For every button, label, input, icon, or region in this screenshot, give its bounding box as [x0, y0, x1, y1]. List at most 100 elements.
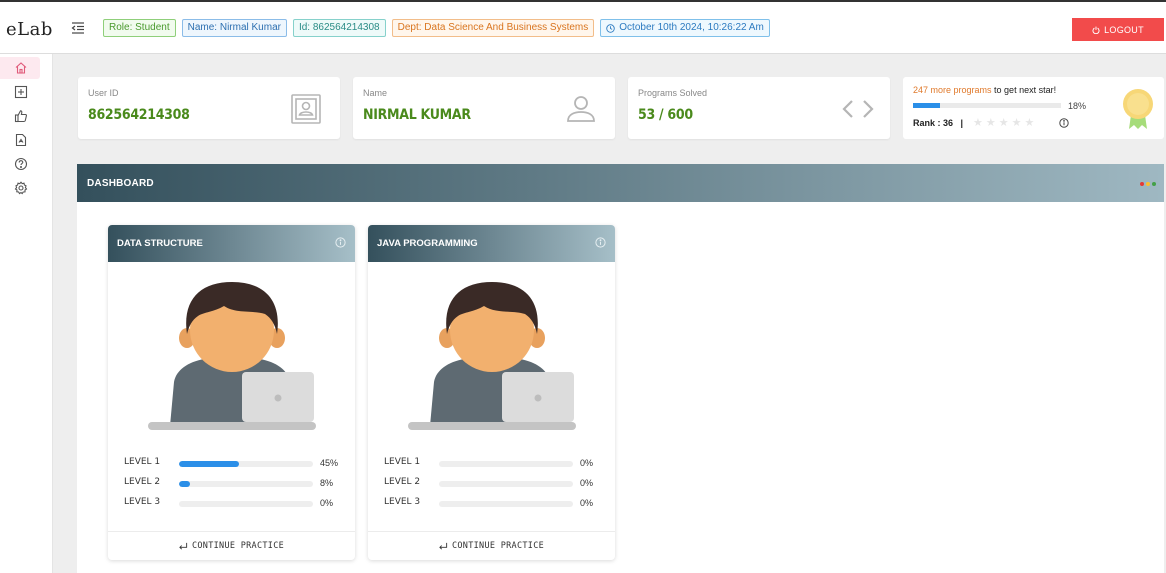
user-icon [567, 96, 595, 122]
programs-solved-card: Programs Solved 53 / 600 [628, 77, 890, 139]
user-id-value: 862564214308 [88, 107, 190, 123]
gear-icon[interactable] [14, 181, 28, 195]
role-badge: Role: Student [103, 19, 176, 37]
course-title: JAVA PROGRAMMING [377, 238, 478, 249]
name-badge: Name: Nirmal Kumar [181, 19, 287, 37]
level-progress-fill [179, 461, 240, 467]
course-header: JAVA PROGRAMMING [368, 225, 615, 262]
name-label: Name [363, 88, 388, 98]
user-id-card: User ID 862564214308 [78, 77, 340, 139]
user-id-label: User ID [88, 88, 119, 98]
level-row: LEVEL 2 0% [384, 477, 604, 497]
level-name: LEVEL 2 [124, 477, 161, 487]
level-row: LEVEL 2 8% [124, 477, 344, 497]
logout-button[interactable]: LOGOUT [1072, 18, 1164, 41]
name-value: NIRMAL KUMAR [363, 107, 471, 123]
level-percent: 0% [580, 458, 594, 468]
info-icon[interactable] [595, 237, 606, 248]
programs-value: 53 / 600 [638, 107, 693, 123]
level-name: LEVEL 1 [124, 457, 161, 467]
info-icon[interactable] [335, 237, 346, 248]
rank-separator: | [960, 118, 964, 128]
level-progress-track [179, 501, 313, 507]
datetime-badge: October 10th 2024, 10:26:22 Am [600, 19, 770, 37]
level-row: LEVEL 1 45% [124, 457, 344, 477]
star-progress-bar [913, 103, 1061, 108]
star-icon: ★ [1024, 117, 1035, 129]
next-star-message: 247 more programs to get next star! [913, 85, 1056, 95]
levels-list: LEVEL 1 45% LEVEL 2 8% LEVEL 3 0% [124, 457, 344, 517]
level-name: LEVEL 1 [384, 457, 421, 467]
id-badge: Id: 862564214308 [292, 19, 386, 37]
level-progress-track [439, 501, 573, 507]
star-icon: ★ [998, 117, 1009, 129]
star-progress-fill [913, 103, 940, 108]
continue-practice-button[interactable]: CONTINUE PRACTICE [108, 531, 355, 560]
level-percent: 8% [320, 478, 334, 488]
continue-practice-label: CONTINUE PRACTICE [191, 541, 285, 551]
level-row: LEVEL 1 0% [384, 457, 604, 477]
level-progress-track [179, 481, 313, 487]
dashboard-title: DASHBOARD [87, 178, 154, 189]
dashboard-panel: DASHBOARD DATA STRUCTURE LEVEL 1 45% LEV… [77, 164, 1164, 573]
level-row: LEVEL 3 0% [124, 497, 344, 517]
power-icon [1092, 26, 1100, 34]
levels-list: LEVEL 1 0% LEVEL 2 0% LEVEL 3 0% [384, 457, 604, 517]
continue-practice-label: CONTINUE PRACTICE [451, 541, 545, 551]
programs-label: Programs Solved [638, 88, 708, 98]
star-progress-percent: 18% [1068, 101, 1087, 111]
star-icon: ★ [973, 117, 983, 129]
plus-square-icon[interactable] [14, 85, 28, 99]
code-icon [842, 100, 874, 118]
level-progress-track [439, 461, 573, 467]
programs-remaining: 247 more programs [913, 85, 992, 95]
course-header: DATA STRUCTURE [108, 225, 355, 262]
menu-toggle-icon[interactable] [71, 21, 85, 35]
user-info-badges: Role: Student Name: Nirmal Kumar Id: 862… [103, 19, 770, 37]
level-percent: 45% [320, 458, 339, 468]
name-card: Name NIRMAL KUMAR [353, 77, 615, 139]
app-logo[interactable]: eLab [6, 19, 53, 40]
level-row: LEVEL 3 0% [384, 497, 604, 517]
level-percent: 0% [320, 498, 334, 508]
clock-icon [606, 23, 615, 33]
level-progress-fill [179, 481, 190, 487]
enter-arrow-icon [439, 542, 448, 550]
rank-text: Rank : 36 [913, 118, 954, 128]
datetime-text: October 10th 2024, 10:26:22 Am [619, 22, 764, 33]
home-icon[interactable] [14, 61, 28, 75]
course-card-java-programming[interactable]: JAVA PROGRAMMING LEVEL 1 0% LEVEL 2 0% L… [368, 225, 615, 560]
dot-red [1140, 182, 1144, 186]
level-name: LEVEL 3 [124, 497, 161, 507]
next-star-card: 247 more programs to get next star! 18% … [903, 77, 1164, 139]
next-star-text: to get next star! [991, 85, 1057, 95]
star-icon: ★ [985, 117, 996, 129]
level-name: LEVEL 3 [384, 497, 421, 507]
student-laptop-illustration [408, 282, 576, 430]
level-percent: 0% [580, 498, 594, 508]
level-progress-track [439, 481, 573, 487]
course-title: DATA STRUCTURE [117, 238, 203, 249]
file-icon[interactable] [14, 133, 28, 147]
level-progress-track [179, 461, 313, 467]
dept-badge: Dept: Data Science And Business Systems [391, 19, 595, 37]
sidebar [0, 54, 53, 573]
info-icon[interactable] [1059, 118, 1069, 128]
student-laptop-illustration [148, 282, 316, 430]
star-rating: ★ ★ ★ ★ ★ [973, 116, 1034, 129]
level-name: LEVEL 2 [384, 477, 421, 487]
help-circle-icon[interactable] [14, 157, 28, 171]
course-card-data-structure[interactable]: DATA STRUCTURE LEVEL 1 45% LEVEL 2 8% LE… [108, 225, 355, 560]
medal-icon [1123, 89, 1153, 129]
continue-practice-button[interactable]: CONTINUE PRACTICE [368, 531, 615, 560]
dot-green [1152, 182, 1156, 186]
thumbs-up-icon[interactable] [14, 109, 28, 123]
dashboard-header: DASHBOARD [77, 164, 1164, 202]
dot-yellow [1146, 182, 1150, 186]
id-card-icon [291, 94, 321, 124]
window-dots [1140, 182, 1156, 186]
star-icon: ★ [1011, 117, 1022, 129]
logout-label: LOGOUT [1104, 24, 1144, 35]
rank-label: Rank : 36 | [913, 118, 963, 128]
top-bar: eLab Role: Student Name: Nirmal Kumar Id… [0, 0, 1166, 54]
